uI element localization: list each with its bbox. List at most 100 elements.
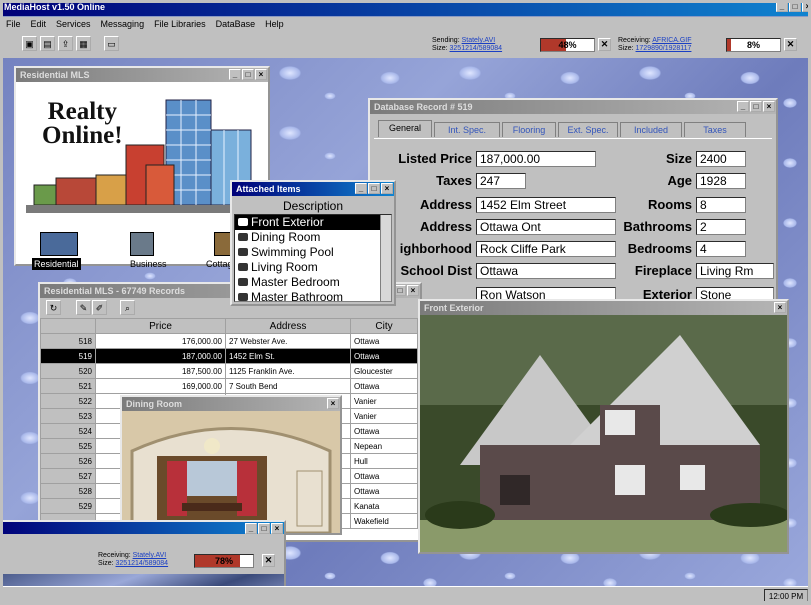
maximize-icon[interactable]: □ [258,523,270,534]
row-number[interactable]: 527 [40,468,96,484]
row-city[interactable]: Ottawa [350,378,418,394]
attached-items-header[interactable]: Description [234,198,392,214]
image-icon[interactable]: ▦ [76,36,91,51]
bedrooms-field[interactable]: 4 [696,241,746,257]
row-number[interactable]: 528 [40,483,96,499]
residential-house-icon[interactable] [40,232,78,256]
tab-taxes[interactable]: Taxes [684,122,746,137]
age-field[interactable]: 1928 [696,173,746,189]
row-number[interactable]: 525 [40,438,96,454]
window-icon[interactable]: ▭ [104,36,119,51]
address-line2-field[interactable]: Ottawa Ont [476,219,616,235]
menu-database[interactable]: DataBase [216,17,256,31]
category-residential[interactable]: Residential [32,258,81,270]
cancel-receive-window-icon[interactable]: ✕ [262,554,275,567]
row-address[interactable]: 7 South Bend [225,378,351,394]
neighborhood-field[interactable]: Rock Cliffe Park [476,241,616,257]
connect-icon[interactable]: ▣ [22,36,37,51]
table-row[interactable]: 521 169,000.00 7 South Bend Ottawa [40,378,418,394]
close-icon[interactable]: × [271,523,283,534]
menu-edit[interactable]: Edit [31,17,47,31]
cancel-receive-icon[interactable]: ✕ [784,38,797,51]
sending-file[interactable]: Stately.AVI [462,37,496,44]
tab-included[interactable]: Included [620,122,682,137]
app-titlebar[interactable]: MediaHost v1.50 Online _ □ × [0,0,811,16]
row-price[interactable]: 187,500.00 [95,363,226,379]
category-business[interactable]: Business [130,259,167,269]
row-number[interactable]: 522 [40,393,96,409]
row-number[interactable]: 521 [40,378,96,394]
row-number[interactable]: 518 [40,333,96,349]
close-icon[interactable]: × [407,285,419,296]
list-item[interactable]: Swimming Pool [235,245,380,260]
row-address[interactable]: 1452 Elm St. [225,348,351,364]
rooms-field[interactable]: 8 [696,197,746,213]
row-city[interactable]: Vanier [350,408,418,424]
maximize-icon[interactable]: □ [242,69,254,80]
row-price[interactable]: 176,000.00 [95,333,226,349]
listed-price-field[interactable]: 187,000.00 [476,151,596,167]
row-city[interactable]: Ottawa [350,333,418,349]
list-item[interactable]: Front Exterior [235,215,380,230]
menu-messaging[interactable]: Messaging [101,17,145,31]
col-header-city[interactable]: City [350,318,418,334]
residential-mls-titlebar[interactable]: Residential MLS _ □ × [16,68,268,82]
close-icon[interactable]: × [763,101,775,112]
row-number[interactable]: 523 [40,408,96,424]
menu-services[interactable]: Services [56,17,91,31]
close-icon[interactable]: × [255,69,267,80]
row-city[interactable]: Ottawa [350,468,418,484]
menu-file-libraries[interactable]: File Libraries [154,17,206,31]
database-record-titlebar[interactable]: Database Record # 519 _ □ × [370,100,776,114]
business-building-icon[interactable] [130,232,154,256]
close-icon[interactable]: × [327,398,339,409]
list-item[interactable]: Master Bedroom [235,275,380,290]
minimize-icon[interactable]: _ [737,101,749,112]
row-city[interactable]: Hull [350,453,418,469]
close-icon[interactable]: × [774,302,786,313]
minimize-icon[interactable]: _ [776,1,788,12]
row-number[interactable]: 519 [40,348,96,364]
row-city[interactable]: Ottawa [350,483,418,499]
table-row[interactable]: 519 187,000.00 1452 Elm St. Ottawa [40,348,418,364]
document-icon[interactable]: ▤ [40,36,55,51]
list-item[interactable]: Living Room [235,260,380,275]
list-item[interactable]: Master Bathroom [235,290,380,305]
minimize-icon[interactable]: _ [229,69,241,80]
pencil-icon[interactable]: ✐ [92,300,107,315]
receiving-file[interactable]: AFRICA.GIF [652,37,691,44]
search-icon[interactable]: ⌕ [120,300,135,315]
row-city[interactable]: Wakefield [350,513,418,529]
receiving-window-file[interactable]: Stately.AVI [133,552,167,559]
tab-ext-spec[interactable]: Ext. Spec. [558,122,618,137]
upload-icon[interactable]: ⇪ [58,36,73,51]
table-row[interactable]: 520 187,500.00 1125 Franklin Ave. Glouceste… [40,363,418,379]
attached-items-scrollbar[interactable] [380,215,391,301]
tab-int-spec[interactable]: Int. Spec. [434,122,500,137]
menu-file[interactable]: File [6,17,21,31]
minimize-icon[interactable]: _ [355,183,367,194]
maximize-icon[interactable]: □ [368,183,380,194]
row-number[interactable]: 526 [40,453,96,469]
row-city[interactable]: Nepean [350,438,418,454]
row-price[interactable]: 187,000.00 [95,348,226,364]
school-district-field[interactable]: Ottawa [476,263,616,279]
row-city[interactable]: Ottawa [350,348,418,364]
row-city[interactable]: Gloucester [350,363,418,379]
attached-items-titlebar[interactable]: Attached Items _ □ × [232,182,394,196]
row-address[interactable]: 27 Webster Ave. [225,333,351,349]
row-city[interactable]: Vanier [350,393,418,409]
edit-record-icon[interactable]: ✎ [76,300,91,315]
list-item[interactable]: Dining Room [235,230,380,245]
maximize-icon[interactable]: □ [750,101,762,112]
front-exterior-titlebar[interactable]: Front Exterior × [420,301,787,315]
minimize-icon[interactable]: _ [245,523,257,534]
address-line1-field[interactable]: 1452 Elm Street [476,197,616,213]
col-header-price[interactable]: Price [95,318,226,334]
table-row[interactable]: 518 176,000.00 27 Webster Ave. Ottawa [40,333,418,349]
fireplace-field[interactable]: Living Rm [696,263,774,279]
row-number[interactable]: 529 [40,498,96,514]
row-number[interactable]: 524 [40,423,96,439]
row-number[interactable]: 520 [40,363,96,379]
col-header-address[interactable]: Address [225,318,351,334]
